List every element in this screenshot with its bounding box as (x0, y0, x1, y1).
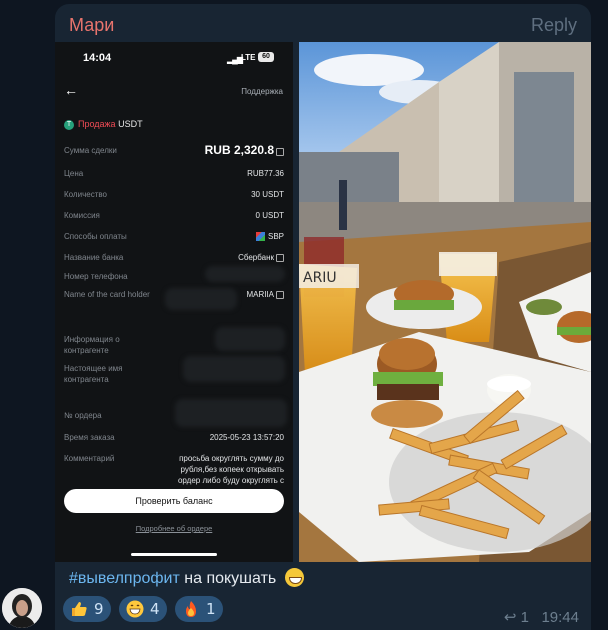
grinning-emoji-icon (284, 568, 304, 587)
row-label: Время заказа (64, 433, 115, 442)
check-balance-button: Проверить баланс (64, 489, 284, 513)
replies-icon[interactable]: ↩ (504, 609, 517, 626)
hashtag-link[interactable]: #вывелпрофит (69, 570, 180, 587)
comment-value: просьба округлять сумму до рубля,без коп… (177, 454, 284, 485)
row-label: № ордера (64, 411, 102, 420)
row-label: Количество (64, 190, 107, 199)
thumbs-up-icon (72, 602, 87, 616)
sbp-icon (255, 232, 265, 242)
reaction-thumbs-up[interactable]: 9 (63, 596, 111, 622)
row-label: Комментарий (64, 454, 115, 463)
message-time: 19:44 (541, 609, 579, 626)
row-label: Способы оплаты (64, 232, 127, 241)
copy-icon (276, 147, 284, 156)
redacted-area (205, 266, 285, 282)
message-bubble: Мари Reply 14:04 ▂▄▆ LTE 60 ← Поддержка … (55, 4, 591, 630)
fire-icon (186, 601, 196, 617)
home-indicator (131, 553, 217, 556)
redacted-area (183, 356, 285, 382)
order-title: T Продажа USDT (64, 119, 143, 130)
row-label: Настоящее имя контрагента (64, 364, 123, 384)
row-value: RUB77.36 (247, 169, 284, 178)
sender-avatar[interactable] (2, 588, 42, 628)
reply-button[interactable]: Reply (531, 15, 577, 36)
redacted-area (215, 327, 285, 351)
holder-value: MARIIA (246, 290, 274, 299)
row-value: SBP (255, 231, 284, 242)
copy-icon (276, 290, 284, 299)
row-value: 2025-05-23 13:57:20 (209, 433, 284, 442)
usdt-icon: T (64, 119, 74, 130)
order-asset: USDT (118, 119, 143, 129)
battery-icon: 60 (258, 52, 274, 62)
reaction-count: 9 (94, 600, 104, 618)
message-meta: ↩ 1 19:44 (504, 608, 579, 626)
message-caption: #вывелпрофит на покушать (69, 568, 304, 588)
row-value: MARIIA (246, 289, 284, 300)
row-label: Цена (64, 169, 84, 178)
row-value: 0 USDT (255, 211, 284, 220)
row-label: Комиссия (64, 211, 100, 220)
sender-name[interactable]: Мари (69, 15, 114, 36)
order-side: Продажа (78, 119, 116, 129)
screenshot-image[interactable]: 14:04 ▂▄▆ LTE 60 ← Поддержка T Продажа US… (55, 42, 293, 562)
row-label: Номер телефона (64, 272, 128, 281)
photo-illustration: ARIU (299, 42, 591, 562)
amount-value: RUB 2,320.8 (204, 143, 274, 157)
copy-icon (276, 253, 284, 262)
row-value: 30 USDT (251, 190, 284, 199)
caption-text: на покушать (179, 570, 277, 587)
reaction-count: 1 (206, 600, 216, 618)
row-amount: Сумма сделки RUB 2,320.8 (64, 143, 284, 159)
row-value: Сбербанк (238, 252, 284, 263)
network-label: LTE (241, 53, 256, 62)
redacted-area (165, 288, 237, 310)
back-arrow-icon: ← (64, 82, 78, 98)
row-label: Сумма сделки (64, 146, 117, 155)
grinning-face-icon (126, 600, 144, 618)
row-label: Name of the card holder (64, 290, 150, 299)
replies-count[interactable]: 1 (521, 609, 529, 626)
bank-value: Сбербанк (238, 253, 274, 262)
phone-clock: 14:04 (83, 52, 112, 64)
reaction-fire[interactable]: 1 (175, 596, 223, 622)
row-label: Информация о контрагенте (64, 335, 120, 355)
burger-photo[interactable]: ARIU (299, 42, 591, 562)
payment-value: SBP (267, 232, 284, 241)
reaction-count: 4 (150, 600, 160, 618)
order-details-link: Подробнее об ордере (135, 524, 213, 533)
phone-status-bar: 14:04 ▂▄▆ LTE 60 (55, 50, 293, 68)
reaction-grinning[interactable]: 4 (119, 596, 167, 622)
row-value: RUB 2,320.8 (204, 143, 284, 157)
cup-print: ARIU (303, 270, 337, 286)
signal-icon: ▂▄▆ (227, 55, 243, 64)
redacted-area (175, 399, 287, 427)
row-label: Название банка (64, 253, 124, 262)
support-link: Поддержка (241, 87, 283, 96)
row-comment: Комментарий просьба округлять сумму до р… (64, 453, 284, 485)
